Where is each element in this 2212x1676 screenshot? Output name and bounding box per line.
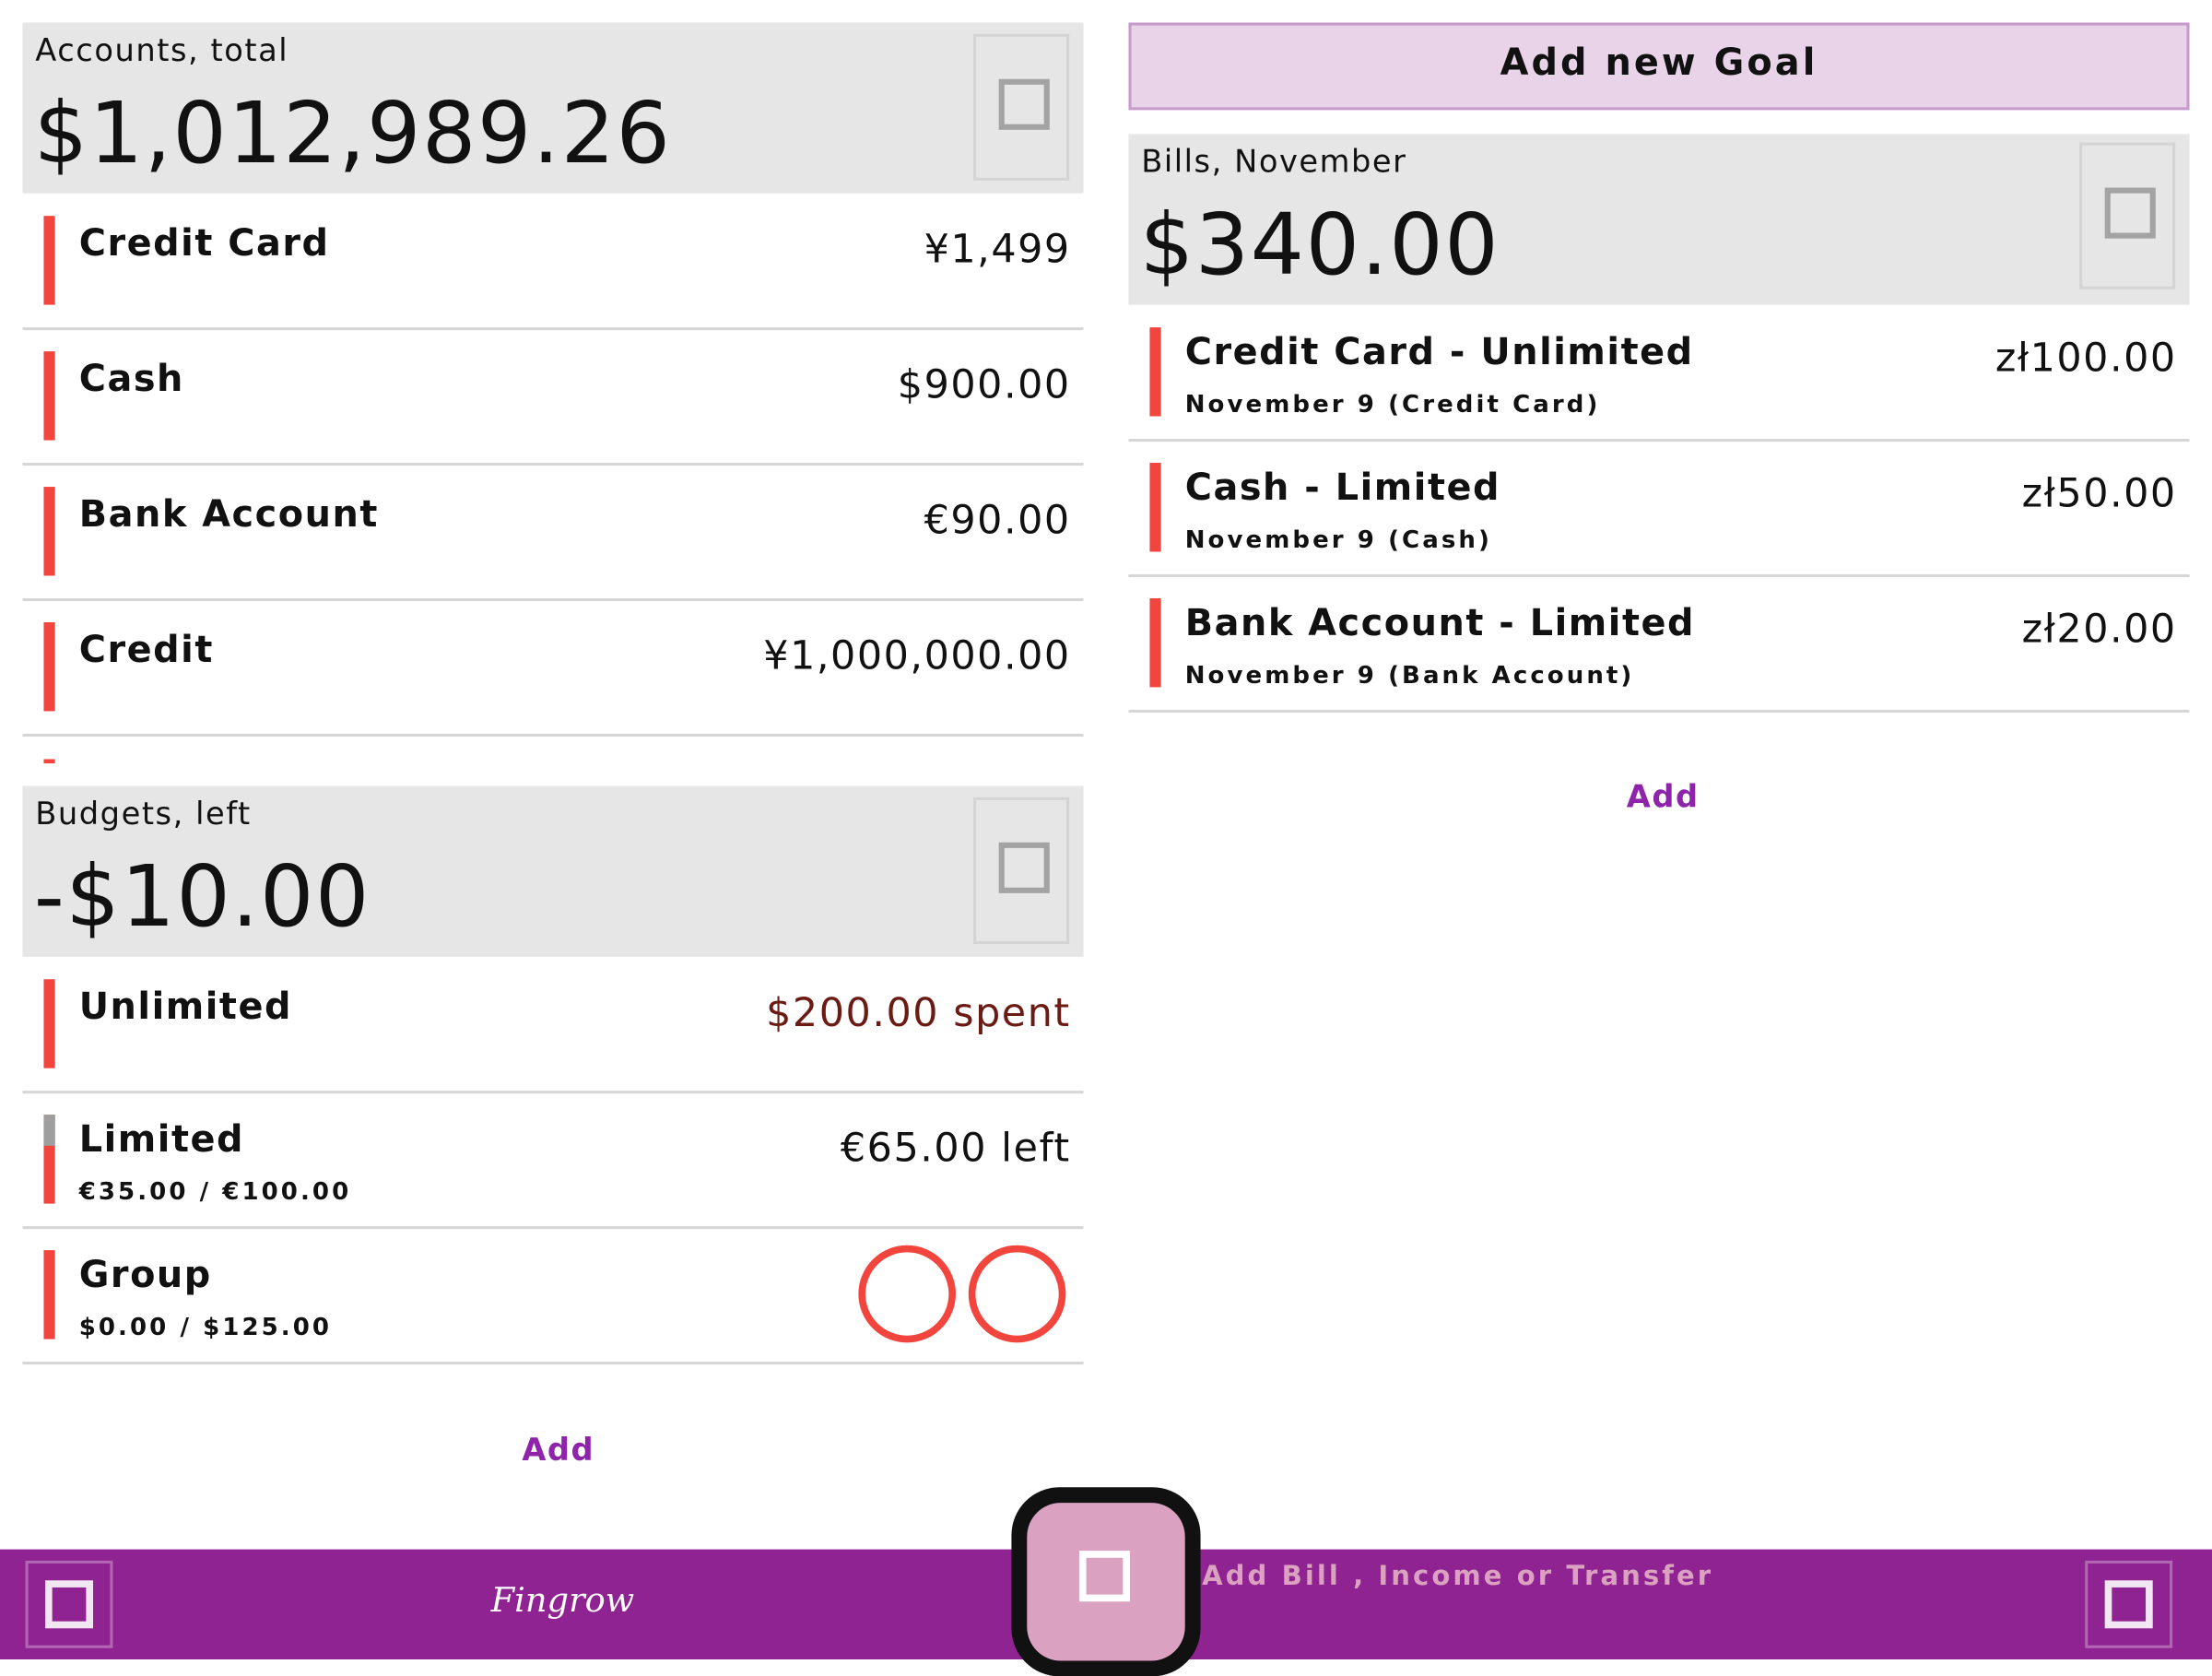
account-name: Cash [78,358,184,401]
account-row[interactable]: Bank Account €90.00 [22,466,1084,602]
accounts-total: $1,012,989.26 [33,84,672,183]
account-indicator [43,216,55,305]
square-icon [44,1580,94,1629]
square-icon [998,842,1050,893]
account-indicator [43,622,55,712]
budget-progress-fill [43,1115,55,1146]
account-row[interactable]: Cash $900.00 [22,330,1084,466]
bill-sub: November 9 (Credit Card) [1184,390,1601,419]
bill-amount: zł100.00 [1994,334,2177,382]
budgets-label: Budgets, left [35,797,252,833]
accounts-label: Accounts, total [35,33,289,69]
budget-sub: €35.00 / €100.00 [78,1178,352,1207]
account-amount: ¥1,499 [924,225,1071,273]
bill-row[interactable]: Credit Card - Unlimited November 9 (Cred… [1128,306,2190,443]
budget-row[interactable]: Limited €35.00 / €100.00 €65.00 left [22,1093,1084,1230]
bill-sub: November 9 (Bank Account) [1184,661,1635,690]
budget-progress-bar [43,1115,55,1204]
bills-total: $340.00 [1139,195,1500,295]
budget-indicator [43,1250,55,1340]
account-indicator-partial [43,759,55,764]
account-name: Credit [78,629,214,672]
bills-menu-button[interactable] [2079,142,2176,289]
add-fab-inner [1027,1503,1185,1661]
square-icon [1078,1551,1131,1602]
budget-row[interactable]: Group $0.00 / $125.00 [22,1229,1084,1365]
budgets-menu-button[interactable] [973,797,1070,944]
bill-amount: zł20.00 [2021,605,2177,653]
bill-indicator [1149,463,1161,552]
account-name: Credit Card [78,222,330,266]
bill-indicator [1149,597,1161,688]
budget-name: Unlimited [78,986,293,1029]
account-indicator [43,351,55,441]
budget-amount: €65.00 left [840,1124,1071,1172]
budget-name: Group [78,1254,212,1297]
budgets-add-link[interactable]: Add [522,1434,594,1469]
bill-sub: November 9 (Cash) [1184,525,1492,555]
bills-label: Bills, November [1141,145,1407,181]
budgets-header: Budgets, left -$10.00 [22,785,1084,957]
bill-row[interactable]: Cash - Limited November 9 (Cash) zł50.00 [1128,442,2190,578]
account-row[interactable]: Credit ¥1,000,000.00 [22,601,1084,737]
account-name: Bank Account [78,493,379,537]
bill-indicator [1149,327,1161,417]
budget-group-rings [858,1245,1066,1343]
square-icon [998,78,1050,130]
bills-header: Bills, November $340.00 [1128,134,2190,305]
add-transaction-label[interactable]: Add Bill , Income or Transfer [1202,1561,1713,1592]
add-goal-button[interactable]: Add new Goal [1128,22,2190,111]
budget-amount: $200.00 spent [766,988,1071,1036]
bill-name: Bank Account - Limited [1184,602,1696,645]
bill-name: Cash - Limited [1184,466,1501,510]
add-goal-label: Add new Goal [1500,41,1818,85]
budget-indicator [43,979,55,1068]
budget-sub: $0.00 / $125.00 [78,1314,333,1342]
accounts-menu-button[interactable] [973,33,1070,181]
app-logo: Fingrow [490,1580,635,1621]
bill-row[interactable]: Bank Account - Limited November 9 (Bank … [1128,577,2190,713]
account-row[interactable]: Credit Card ¥1,499 [22,195,1084,331]
accounts-header: Accounts, total $1,012,989.26 [22,22,1084,194]
bill-amount: zł50.00 [2021,469,2177,517]
account-amount: $900.00 [897,360,1071,408]
account-indicator [43,487,55,576]
settings-button[interactable] [2085,1560,2173,1648]
budget-name: Limited [78,1118,245,1162]
square-icon [2104,187,2156,239]
square-icon [2104,1580,2153,1629]
bill-name: Credit Card - Unlimited [1184,331,1694,374]
account-amount: ¥1,000,000.00 [763,631,1071,679]
ring-icon [968,1245,1066,1343]
account-amount: €90.00 [924,496,1071,544]
bills-add-link[interactable]: Add [1627,780,1700,815]
budget-row[interactable]: Unlimited $200.00 spent [22,958,1084,1094]
add-fab[interactable] [1011,1487,1201,1676]
ring-icon [858,1245,956,1343]
menu-button[interactable] [25,1560,113,1648]
budgets-total: -$10.00 [33,847,371,948]
